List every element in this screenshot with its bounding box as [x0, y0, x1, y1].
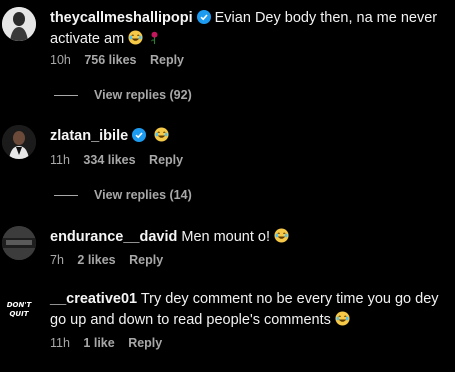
comment-likes[interactable]: 334 likes [83, 153, 135, 167]
divider-line [54, 95, 78, 97]
divider-line [54, 195, 78, 197]
view-replies-button[interactable]: View replies (14) [54, 188, 192, 202]
verified-badge-icon [132, 128, 147, 142]
laughing-emoji-icon [128, 30, 143, 45]
avatar[interactable] [2, 7, 36, 41]
laughing-emoji-icon [274, 228, 289, 243]
reply-button[interactable]: Reply [128, 336, 162, 350]
comment-likes[interactable]: 2 likes [77, 253, 115, 267]
reply-button[interactable]: Reply [150, 53, 184, 67]
laughing-emoji-icon [154, 127, 169, 142]
rose-icon [151, 31, 158, 45]
comment-username[interactable]: endurance__david [50, 229, 177, 245]
comment-username[interactable]: __creative01 [50, 291, 137, 307]
verified-badge-icon [196, 10, 211, 24]
comment-item: theycallmeshallipopi Evian Dey body then,… [0, 0, 455, 110]
comment-time: 11h [50, 153, 70, 167]
comment-time: 11h [50, 336, 70, 350]
comment-item: endurance__david Men mount o! 7h 2 likes… [0, 221, 455, 271]
laughing-emoji-icon [335, 311, 350, 326]
comment-time: 10h [50, 53, 71, 67]
avatar[interactable] [2, 125, 36, 159]
comment-text: Men mount o! [181, 229, 271, 245]
comment-likes[interactable]: 1 like [83, 336, 114, 350]
avatar-logo-text: DON'T [7, 301, 33, 309]
reply-button[interactable]: Reply [149, 153, 183, 167]
view-replies-button[interactable]: View replies (92) [54, 88, 192, 102]
comment-likes[interactable]: 756 likes [84, 53, 136, 67]
comment-username[interactable]: theycallmeshallipopi [50, 10, 193, 26]
svg-text:QUIT: QUIT [9, 310, 29, 318]
avatar[interactable] [2, 226, 36, 260]
comment-time: 7h [50, 253, 64, 267]
comment-item: DON'T QUIT __creative01 Try dey comment … [0, 286, 455, 366]
reply-button[interactable]: Reply [129, 253, 163, 267]
comment-username[interactable]: zlatan_ibile [50, 128, 128, 144]
avatar[interactable]: DON'T QUIT [2, 292, 36, 326]
comment-item: zlatan_ibile 11h 334 likes Reply View re… [0, 118, 455, 210]
